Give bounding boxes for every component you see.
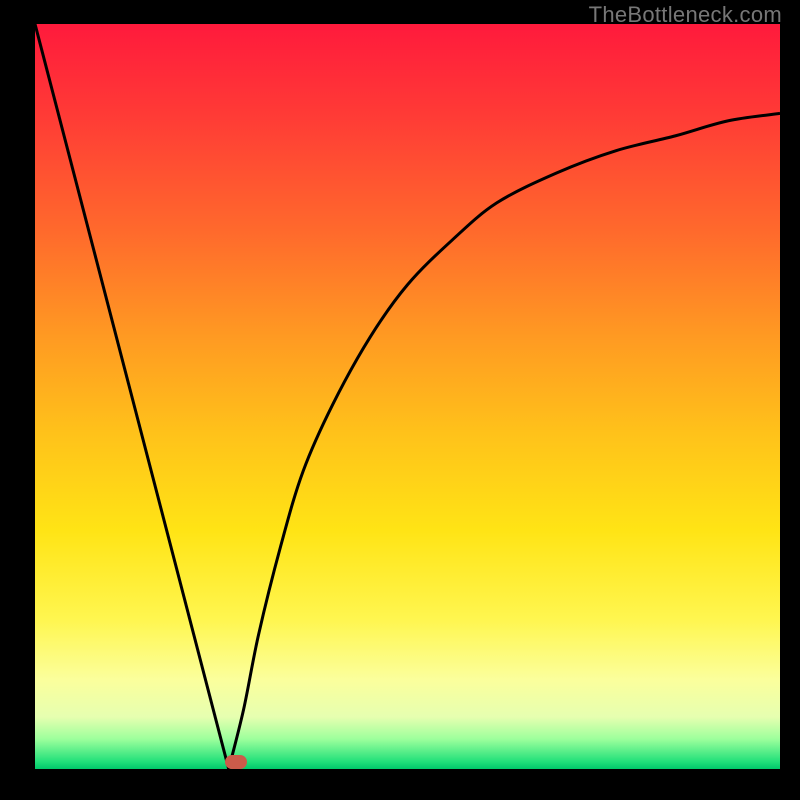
right-branch-path <box>229 113 780 769</box>
left-branch-path <box>35 24 229 769</box>
chart-frame: TheBottleneck.com <box>0 0 800 800</box>
curve-svg <box>35 24 780 769</box>
bottleneck-marker <box>225 755 247 769</box>
plot-area <box>35 24 780 769</box>
